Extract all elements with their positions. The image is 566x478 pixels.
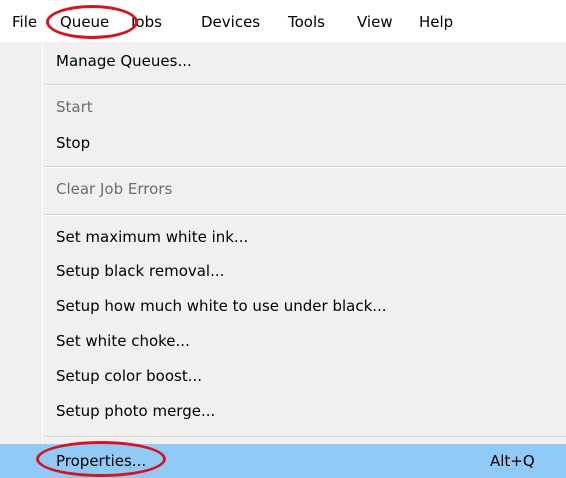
menu-item-stop[interactable]: Stop (0, 126, 566, 160)
menu-item-setup-color-boost[interactable]: Setup color boost... (0, 359, 566, 393)
menu-item-clear-job-errors: Clear Job Errors (0, 172, 566, 206)
queue-dropdown-menu: Manage Queues... Start Stop Clear Job Er… (0, 42, 566, 478)
menu-queue[interactable]: Queue (60, 12, 109, 32)
menu-item-label: Set maximum white ink... (56, 228, 249, 246)
menu-item-label: Stop (56, 134, 91, 152)
menu-item-set-white-choke[interactable]: Set white choke... (0, 324, 566, 358)
menu-item-label: Setup photo merge... (56, 402, 216, 420)
menu-item-set-max-white-ink[interactable]: Set maximum white ink... (0, 220, 566, 254)
menu-item-label: Setup how much white to use under black.… (56, 297, 387, 315)
menu-tools[interactable]: Tools (288, 12, 325, 32)
menu-view[interactable]: View (357, 12, 393, 32)
menu-bar: File Queue Jobs Devices Tools View Help (0, 0, 566, 42)
menu-item-label: Set white choke... (56, 332, 190, 350)
menu-item-label: Setup black removal... (56, 262, 225, 280)
menu-item-white-under-black[interactable]: Setup how much white to use under black.… (0, 289, 566, 323)
menu-separator-highlight (44, 85, 566, 86)
menu-item-start: Start (0, 90, 566, 124)
menu-item-properties[interactable]: Properties... Alt+Q (0, 444, 566, 478)
menu-item-label: Manage Queues... (56, 52, 192, 70)
menu-item-manage-queues[interactable]: Manage Queues... (0, 44, 566, 78)
menu-file[interactable]: File (12, 12, 37, 32)
menu-devices[interactable]: Devices (201, 12, 260, 32)
menu-item-setup-black-removal[interactable]: Setup black removal... (0, 254, 566, 288)
menu-separator-highlight (44, 437, 566, 438)
menu-item-label: Setup color boost... (56, 367, 203, 385)
menu-separator-highlight (44, 167, 566, 168)
menu-separator-highlight (44, 215, 566, 216)
menu-item-shortcut: Alt+Q (490, 452, 535, 470)
menu-jobs[interactable]: Jobs (131, 12, 162, 32)
menu-item-label: Start (56, 98, 93, 116)
menu-help[interactable]: Help (419, 12, 453, 32)
menu-item-label: Clear Job Errors (56, 180, 173, 198)
menu-item-setup-photo-merge[interactable]: Setup photo merge... (0, 394, 566, 428)
menu-item-label: Properties... (56, 452, 147, 470)
